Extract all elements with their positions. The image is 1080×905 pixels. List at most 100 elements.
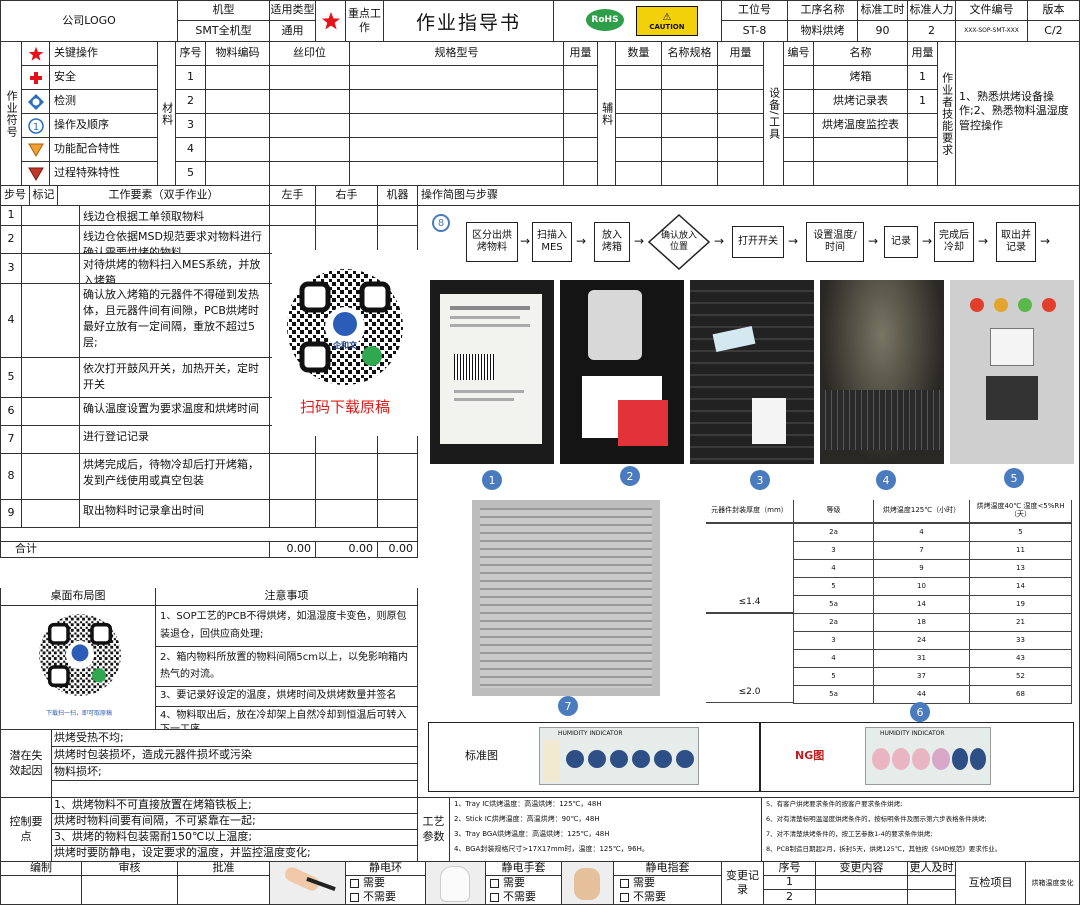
checkbox-icon[interactable] — [350, 892, 359, 902]
edit-sign[interactable] — [0, 876, 82, 905]
ring-need-label: 需要 — [363, 876, 385, 889]
failure-item: 烘烤时包装损坏，造成元器件损坏或污染 — [52, 747, 417, 764]
change-row-content[interactable] — [816, 876, 908, 890]
photo-number-2: 2 — [620, 466, 640, 486]
approve-sign[interactable] — [178, 876, 270, 905]
steps-header-element: 工作要素（双手作业） — [58, 186, 270, 206]
mat-header-spec: 规格型号 — [350, 42, 564, 66]
flow-decision-text: 确认放入位置 — [660, 231, 697, 252]
eq-header-no: 编号 — [784, 42, 814, 66]
function-triangle-icon — [22, 138, 50, 162]
step-blank-row — [0, 528, 418, 542]
bake-cell: 52 — [969, 667, 1072, 686]
humidity-card-ng: HUMIDITY INDICATOR — [865, 727, 991, 785]
change-row-person[interactable] — [908, 876, 956, 890]
bake-thickness: ≤2.0 — [706, 613, 794, 703]
step-number: 9 — [0, 500, 22, 528]
checkbox-icon[interactable] — [620, 892, 629, 902]
change-row-person[interactable] — [908, 890, 956, 905]
steps-header-no: 步号 — [0, 186, 30, 206]
arrow-right-icon: → — [978, 234, 989, 248]
mat-row-no: 5 — [176, 162, 206, 186]
checkbox-icon[interactable] — [490, 892, 499, 902]
arrow-right-icon: → — [634, 234, 645, 248]
ring-not-need[interactable]: 不需要 — [346, 890, 425, 904]
finger-need[interactable]: 需要 — [614, 876, 721, 890]
steps-header-left: 左手 — [270, 186, 316, 206]
mat-header-silk: 丝印位 — [270, 42, 350, 66]
layout-qr-image — [37, 612, 123, 698]
step-number: 4 — [0, 284, 22, 358]
aux-header-qty: 数量 — [616, 42, 662, 66]
bake-cell: 10 — [873, 577, 970, 596]
skills-label: 作业者技能要求 — [938, 42, 956, 186]
bake-cell: 24 — [873, 631, 970, 650]
approve-label: 批准 — [178, 862, 270, 876]
notes-title: 注意事项 — [156, 588, 418, 606]
step-hand-cell — [378, 454, 418, 500]
note-item-2: 2、箱内物料所放置的物料间隔5cm以上，以免影响箱内热气的对流。 — [156, 645, 417, 687]
control-label: 控制要点 — [0, 798, 52, 862]
auxiliary-table: 数量 名称规格 用量 — [616, 42, 764, 186]
diagram-title: 操作简图与步骤 — [418, 186, 1080, 206]
process-params-label: 工艺参数 — [418, 798, 450, 862]
version-label: 版本 — [1028, 0, 1080, 21]
bake-cell: 5a — [793, 595, 874, 614]
step-text: 取出物料时记录拿出时间 — [80, 500, 270, 528]
change-row-content[interactable] — [816, 890, 908, 905]
change-record-label: 变更记录 — [722, 862, 764, 905]
glove-not-need[interactable]: 不需要 — [486, 890, 561, 904]
control-item: 3、烘烤的物料包装需耐150℃以上温度; — [52, 830, 417, 846]
finger-not-need[interactable]: 不需要 — [614, 890, 721, 904]
layout-label: 桌面布局图 — [0, 588, 156, 606]
arrow-right-icon: → — [576, 234, 587, 248]
step-mark — [22, 254, 80, 284]
checkbox-icon[interactable] — [350, 878, 359, 888]
step-text: 线边仓根据工单领取物料 — [80, 206, 270, 226]
step-mark — [22, 226, 80, 254]
step-text: 线边仓依据MSD规范要求对物料进行确认需要烘烤的物料 — [80, 226, 270, 254]
param-item: 1、Tray IC烘烤温度：高温烘烤：125℃，48H — [454, 800, 602, 808]
symbols-title: 作业符号 — [0, 42, 22, 186]
esd-ring-label: 静电环 — [346, 862, 426, 876]
equipment-table: 编号 名称 用量 烤箱 1 烘烤记录表 1 烘烤温度监控表 — [784, 42, 938, 186]
param-item: 2、Stick IC烘烤温度：高温烘烤：90℃，48H — [454, 815, 600, 823]
glove-need[interactable]: 需要 — [486, 876, 561, 890]
failure-item: 物料损坏; — [52, 764, 417, 781]
step-text: 对待烘烤的物料扫入MES系统，并放入烤箱 — [80, 254, 270, 284]
steps-header-mark: 标记 — [30, 186, 58, 206]
control-item: 烘烤时要防静电，设定要求的温度，并监控温度变化; — [54, 846, 311, 859]
step-mark — [22, 500, 80, 528]
step-mark — [22, 284, 80, 358]
inspect-value: 烘箱温度变化 — [1026, 862, 1080, 905]
step-text: 烘烤完成后，待物冷却后打开烤箱，发到产线使用或真空包装 — [80, 454, 270, 500]
bake-cell: 21 — [969, 613, 1072, 632]
eq-header-name: 名称 — [814, 42, 908, 66]
checkbox-icon[interactable] — [490, 878, 499, 888]
bake-cell: 5 — [793, 577, 874, 596]
arrow-right-icon: → — [714, 234, 725, 248]
materials-table: 序号 物料编码 丝印位 规格型号 用量 1 2 3 4 5 — [176, 42, 598, 186]
review-label: 审核 — [82, 862, 178, 876]
checkbox-icon[interactable] — [620, 878, 629, 888]
step-number: 6 — [0, 398, 22, 426]
bake-cell: 18 — [873, 613, 970, 632]
param-item: 7、对不清楚烘烤条件的，按工艺参数1-4的要求条件烘烤; — [766, 830, 933, 838]
bake-header: 元器件封装厚度（mm） — [706, 500, 794, 523]
arrow-right-icon: → — [922, 234, 933, 248]
flow-step: 记录 — [884, 226, 918, 258]
qr-caption[interactable]: 扫码下载原稿 — [272, 396, 418, 416]
humidity-card-panel: 标准图 HUMIDITY INDICATOR NG图 HUMIDITY INDI… — [428, 722, 1074, 792]
skills-text: 1、熟悉烘烤设备操作;2、熟悉物料温湿度管控操作 — [956, 42, 1080, 186]
qr-download[interactable]: 企和文 扫码下载原稿 — [272, 250, 418, 436]
step-number: 2 — [0, 226, 22, 254]
qr-code-image: 企和文 — [284, 266, 406, 388]
card-title: HUMIDITY INDICATOR — [558, 730, 623, 737]
failure-item: 烘烤受热不均; — [52, 730, 417, 747]
ring-need[interactable]: 需要 — [346, 876, 425, 890]
compliance-logos: RoHS ⚠ CAUTION — [554, 0, 722, 42]
step-text: 确认温度设置为要求温度和烘烤时间 — [80, 398, 270, 426]
review-sign[interactable] — [82, 876, 178, 905]
process-value: 物料烘烤 — [788, 21, 858, 42]
photo-number-1: 1 — [482, 470, 502, 490]
